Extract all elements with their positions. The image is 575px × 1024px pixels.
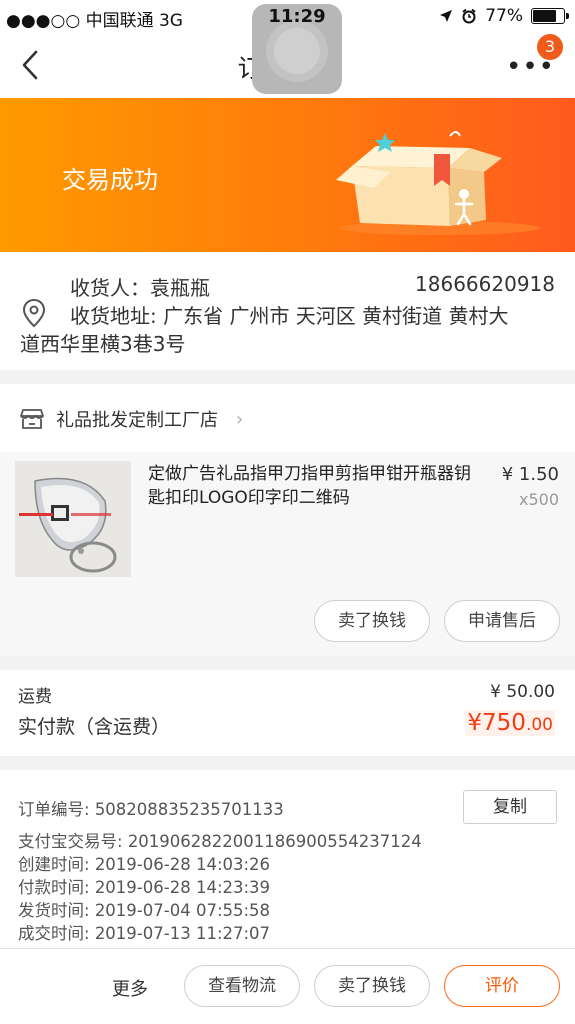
total-paid-integer: ¥750 [467,710,526,736]
completed-time-label: 成交时间: [18,924,90,943]
copy-order-number-button[interactable]: 复制 [463,790,557,824]
open-box-illustration [336,131,540,235]
product-quantity: x500 [518,490,559,509]
shipping-address: 收货地址: 广东省 广州市 天河区 黄村街道 黄村大 道西华里横3巷3号 [20,302,560,358]
battery-percent: 77% [485,6,523,26]
carrier-text: ●●●○○ 中国联通 3G [6,11,183,31]
status-bar: ●●●○○ 中国联通 3G 11:29 77% [0,0,575,94]
chevron-right-icon: › [236,408,244,430]
order-number: 508208835235701133 [94,800,284,819]
completed-time: 2019-07-13 11:27:07 [94,924,271,943]
shop-name: 礼品批发定制工厂店 [56,410,218,431]
view-logistics-button[interactable]: 查看物流 [184,965,300,1007]
payment-summary: 运费 ¥ 50.00 实付款（含运费） ¥750.00 [0,670,575,756]
address-line-2: 道西华里横3巷3号 [20,332,186,356]
total-paid-label: 实付款（含运费） [18,716,171,738]
shipping-fee-label: 运费 [18,687,52,707]
shipped-time-label: 发货时间: [18,901,90,920]
recipient-phone: 18666620918 [415,272,555,296]
shipping-fee-value: ¥ 50.00 [490,682,555,702]
more-actions-button[interactable]: 更多 [112,975,148,1001]
status-banner: 交易成功 [0,98,575,252]
sell-for-cash-bottom-button[interactable]: 卖了换钱 [314,965,430,1007]
sell-for-cash-button[interactable]: 卖了换钱 [314,600,430,642]
alarm-icon [462,8,476,24]
alipay-trade-number: 2019062822001186900554237124 [127,832,422,851]
created-time-label: 创建时间: [18,855,90,874]
battery-icon [531,8,569,24]
shipped-time-row: 发货时间: 2019-07-04 07:55:58 [18,897,270,921]
order-items-card: 礼品批发定制工厂店 › 定做广告礼品指甲刀指甲剪指甲钳开瓶器钥匙扣印LOGO印字… [0,384,575,656]
bottom-action-bar: 更多 查看物流 卖了换钱 评价 [0,948,575,1024]
after-sale-button[interactable]: 申请售后 [444,600,560,642]
created-time: 2019-06-28 14:03:26 [94,855,271,874]
clock-text: 11:29 [268,6,326,27]
paid-time: 2019-06-28 14:23:39 [94,878,271,897]
assistive-touch-button[interactable]: 11:29 [252,4,342,94]
total-paid-decimal: .00 [525,715,553,735]
order-number-row: 订单编号: 508208835235701133 [18,796,284,820]
order-number-label: 订单编号: [18,800,90,819]
more-menu-button[interactable]: ••• [506,54,555,80]
alipay-trade-row: 支付宝交易号: 2019062822001186900554237124 [18,828,422,852]
location-arrow-icon [440,10,453,22]
order-item[interactable]: 定做广告礼品指甲刀指甲剪指甲钳开瓶器钥匙扣印LOGO印字印二维码 ¥ 1.50 … [0,452,575,656]
total-paid-value: ¥750.00 [465,710,555,736]
address-line-1: 收货地址: 广东省 广州市 天河区 黄村街道 黄村大 [70,304,509,328]
order-info: 订单编号: 508208835235701133 复制 支付宝交易号: 2019… [0,770,575,948]
completed-time-row: 成交时间: 2019-07-13 11:27:07 [18,920,270,944]
order-status-text: 交易成功 [62,166,158,194]
product-price: ¥ 1.50 [501,464,559,485]
shop-link[interactable]: 礼品批发定制工厂店 › [20,406,243,432]
shipped-time: 2019-07-04 07:55:58 [94,901,271,920]
recipient-name: 收货人：袁瓶瓶 [70,276,210,300]
paid-time-row: 付款时间: 2019-06-28 14:23:39 [18,874,270,898]
message-badge: 3 [537,34,563,60]
nail-clipper-image [15,461,131,577]
shipping-address-card: 收货人：袁瓶瓶 18666620918 收货地址: 广东省 广州市 天河区 黄村… [0,252,575,370]
paid-time-label: 付款时间: [18,878,90,897]
created-time-row: 创建时间: 2019-06-28 14:03:26 [18,851,270,875]
product-thumbnail[interactable] [15,461,131,577]
shop-icon [20,409,44,429]
status-icons: 77% [439,6,569,26]
review-button[interactable]: 评价 [444,965,560,1007]
alipay-trade-label: 支付宝交易号: [18,832,123,851]
location-pin-icon [22,298,46,328]
assistive-touch-dot [274,28,320,74]
product-title[interactable]: 定做广告礼品指甲刀指甲剪指甲钳开瓶器钥匙扣印LOGO印字印二维码 [148,462,483,510]
